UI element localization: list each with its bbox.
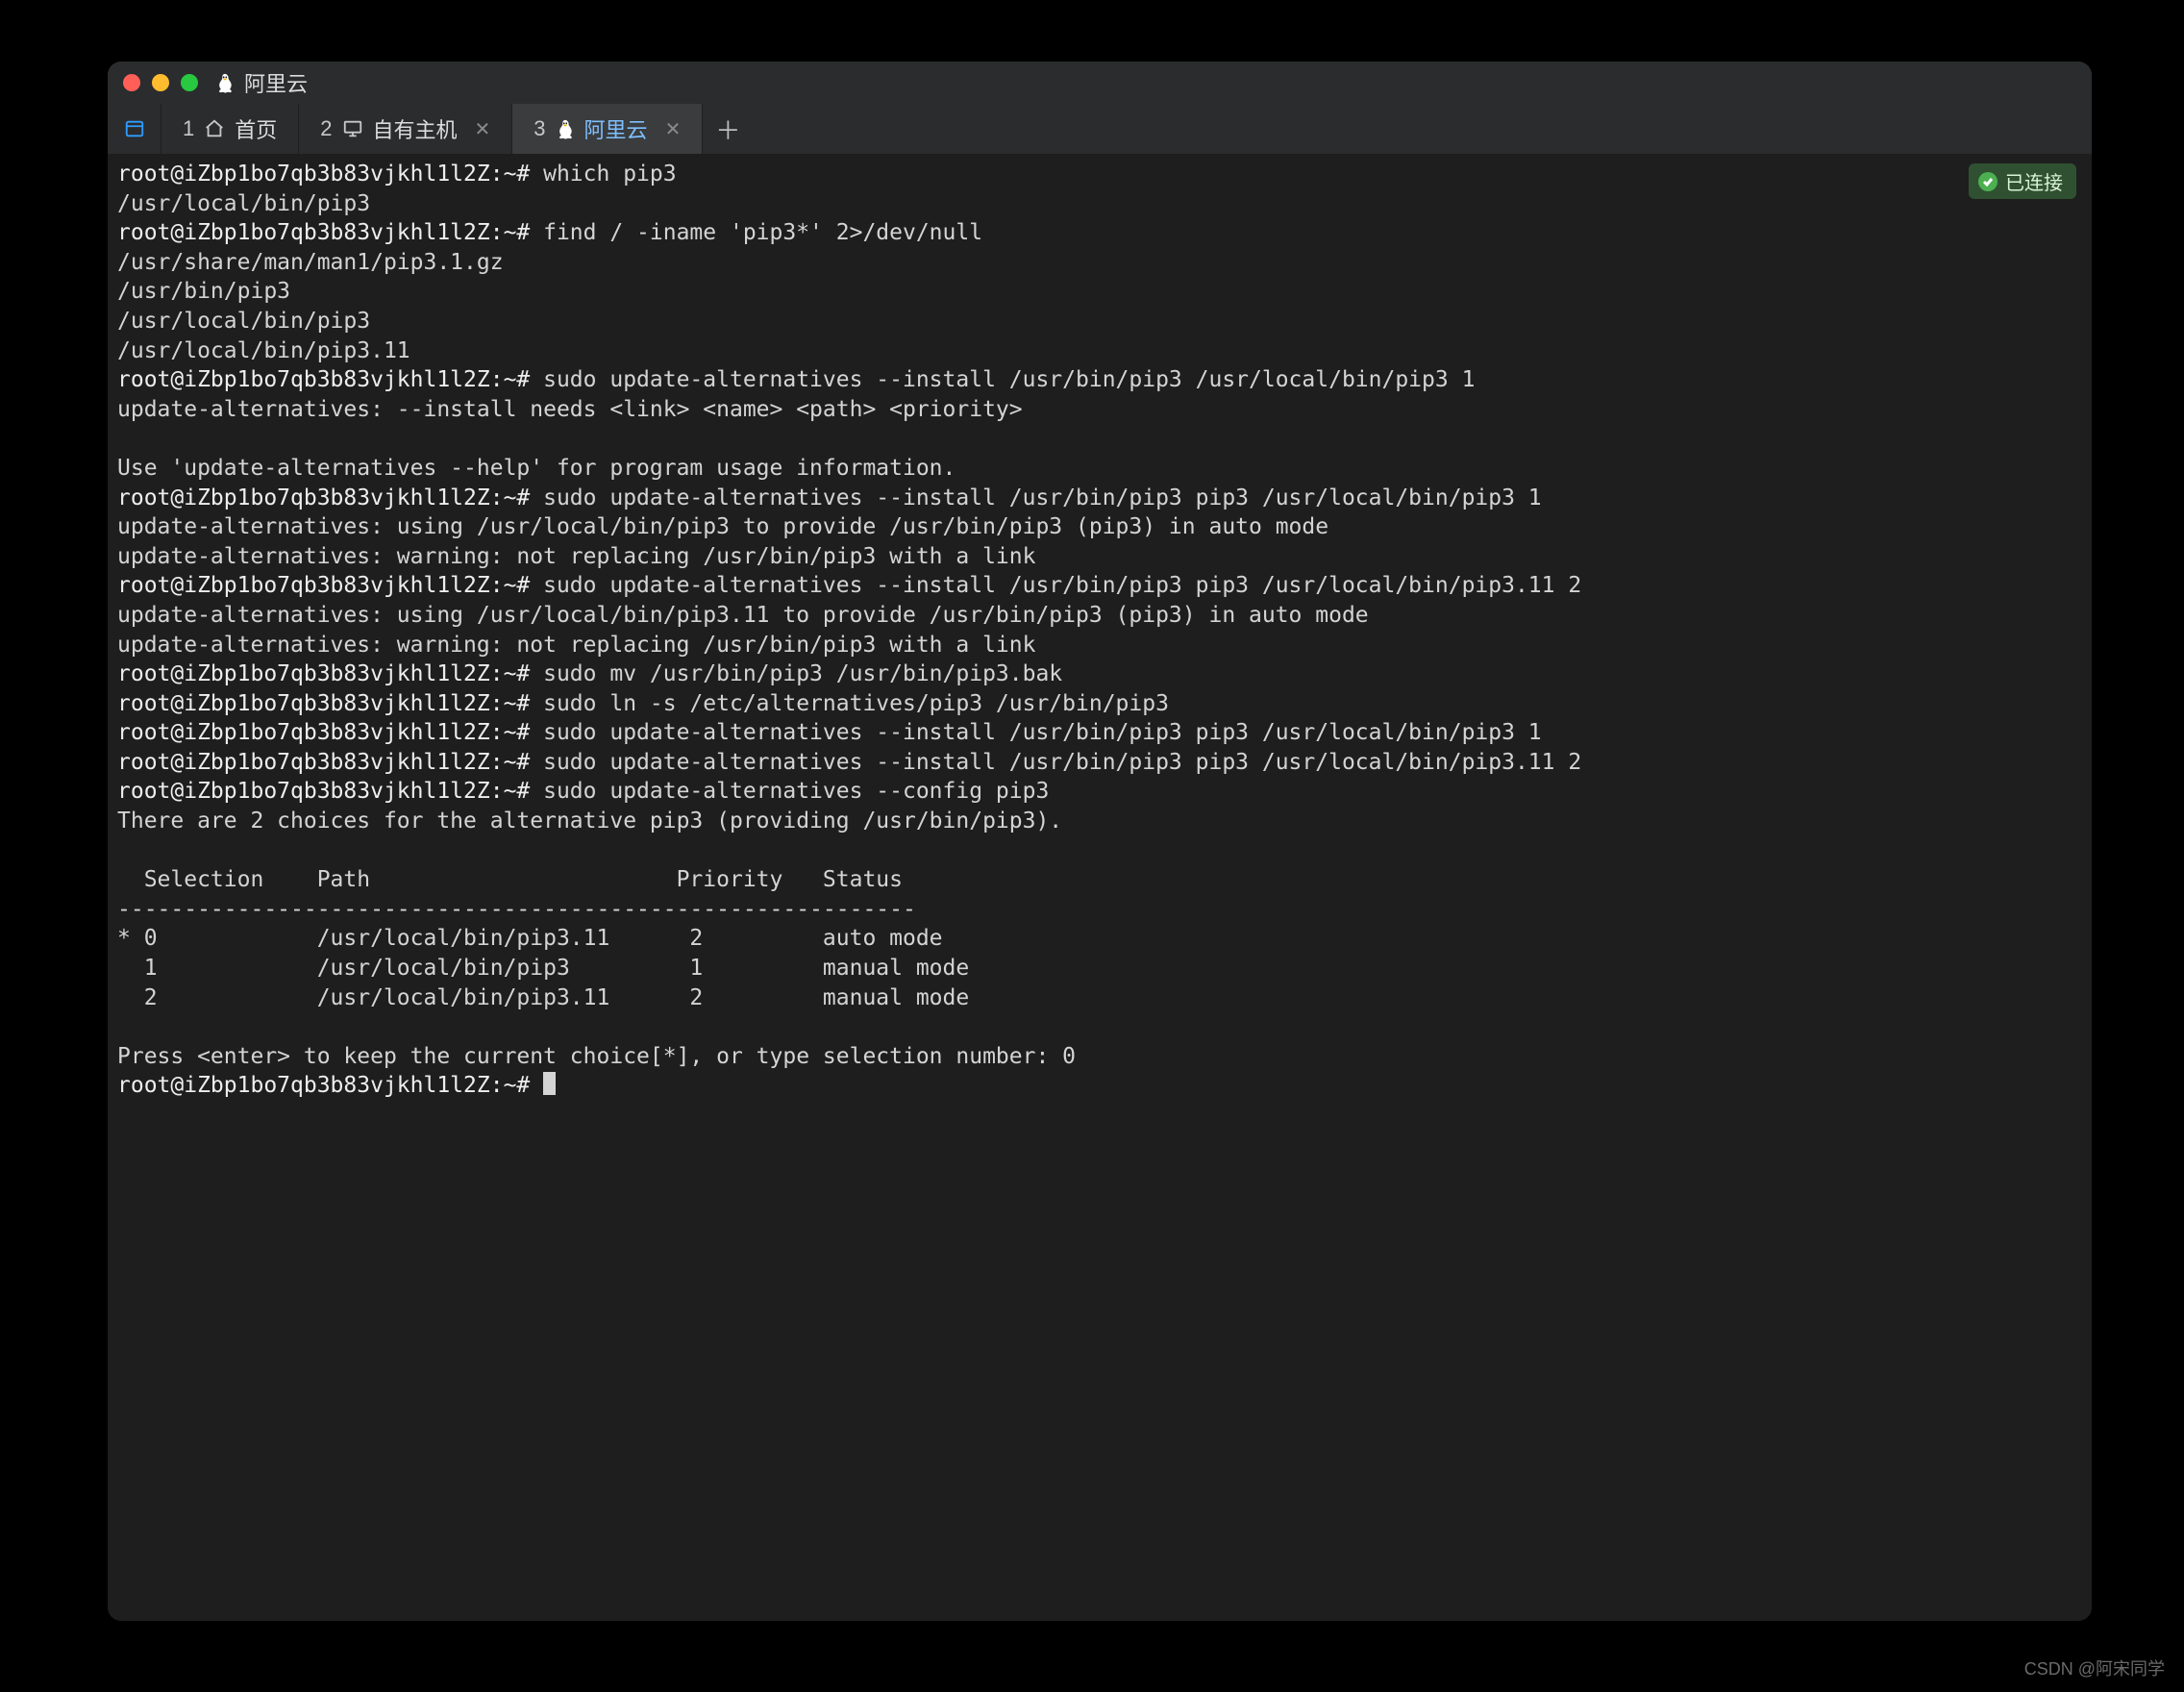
connection-status-badge: 已连接 [1969,163,2076,199]
tab-index: 3 [534,116,545,141]
tab-label: 首页 [235,113,277,144]
linux-icon [215,72,235,93]
terminal-window: 阿里云 1 首页 2 自有主机 ✕ 3 阿里云 ✕ [108,62,2092,1621]
tab-strip: 1 首页 2 自有主机 ✕ 3 阿里云 ✕ ＋ [108,104,2092,154]
terminal-body[interactable]: 已连接 root@iZbp1bo7qb3b83vjkhl1l2Z:~# whic… [108,154,2092,1621]
watermark: CSDN @阿宋同学 [2024,1655,2165,1680]
new-tab-button[interactable]: ＋ [703,104,753,154]
linux-icon [556,118,575,139]
tab-label: 自有主机 [373,113,458,144]
tab-aliyun[interactable]: 3 阿里云 ✕ [512,104,703,154]
traffic-lights [123,74,198,91]
window-title: 阿里云 [215,67,308,98]
tab-local-host[interactable]: 2 自有主机 ✕ [299,104,512,154]
checkmark-icon [1978,172,1998,191]
home-icon [204,118,225,139]
close-tab-icon[interactable]: ✕ [475,117,491,141]
window-titlebar: 阿里云 [108,62,2092,104]
maximize-window-button[interactable] [181,74,198,91]
tab-label: 阿里云 [584,113,648,144]
monitor-icon [342,118,363,139]
window-title-text: 阿里云 [244,67,308,98]
tab-index: 1 [183,116,194,141]
close-tab-icon[interactable]: ✕ [665,117,682,141]
panel-toggle-button[interactable] [108,104,161,154]
close-window-button[interactable] [123,74,140,91]
tab-home[interactable]: 1 首页 [161,104,299,154]
connection-status-text: 已连接 [2005,167,2063,195]
minimize-window-button[interactable] [152,74,169,91]
terminal-output[interactable]: root@iZbp1bo7qb3b83vjkhl1l2Z:~# which pi… [108,154,2092,1101]
tab-index: 2 [320,116,332,141]
